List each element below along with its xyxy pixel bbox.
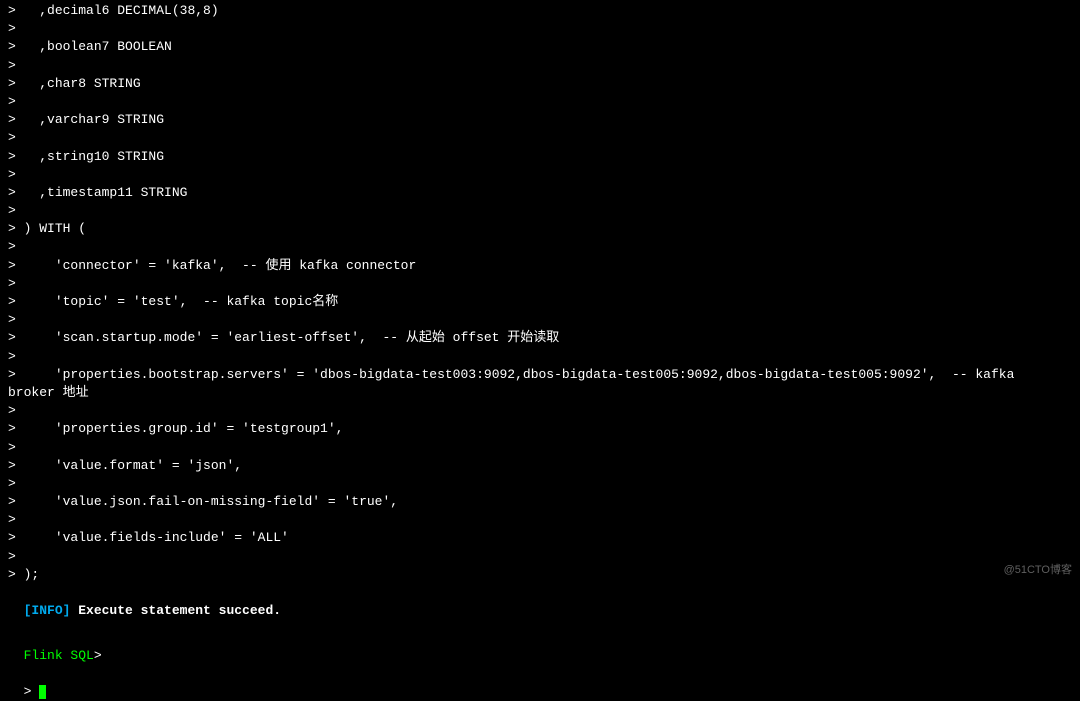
continuation-prompt: > <box>8 203 16 218</box>
terminal-line: > ) WITH ( <box>8 220 1072 238</box>
continuation-prompt: > <box>8 421 16 436</box>
continuation-prompt: > <box>8 294 16 309</box>
sql-text: ,decimal6 DECIMAL(38,8) <box>16 3 219 18</box>
terminal-line: > <box>8 57 1072 75</box>
watermark: @51CTO博客 <box>1004 563 1072 578</box>
continuation-prompt: > <box>8 349 16 364</box>
continuation-prompt: > <box>8 567 16 582</box>
terminal-line: > <box>8 475 1072 493</box>
terminal-line: > ,boolean7 BOOLEAN <box>8 38 1072 56</box>
continuation-prompt: > <box>8 39 16 54</box>
cursor-icon <box>39 685 46 699</box>
sql-text: 'properties.bootstrap.servers' = 'dbos-b… <box>16 367 1015 382</box>
terminal-line: > <box>8 348 1072 366</box>
terminal-line: > <box>8 311 1072 329</box>
continuation-prompt: > <box>8 149 16 164</box>
terminal-line: > 'properties.group.id' = 'testgroup1', <box>8 420 1072 438</box>
continuation-prompt: > <box>8 549 16 564</box>
terminal-line: > <box>8 20 1072 38</box>
continuation-prompt: > <box>8 330 16 345</box>
sql-text: 'properties.group.id' = 'testgroup1', <box>16 421 344 436</box>
sql-text: 'value.json.fail-on-missing-field' = 'tr… <box>16 494 398 509</box>
sql-text: 'value.fields-include' = 'ALL' <box>16 530 289 545</box>
sql-text: ) WITH ( <box>16 221 86 236</box>
terminal-line: > 'value.fields-include' = 'ALL' <box>8 529 1072 547</box>
blank-separator <box>8 620 1072 628</box>
sql-text: 'connector' = 'kafka', -- 使用 kafka conne… <box>16 258 416 273</box>
continuation-prompt: > <box>8 476 16 491</box>
continuation-prompt: > <box>8 276 16 291</box>
info-line: [INFO] Execute statement succeed. <box>8 584 1072 620</box>
terminal-line: > <box>8 275 1072 293</box>
terminal-line: > <box>8 402 1072 420</box>
sql-text: 'value.format' = 'json', <box>16 458 242 473</box>
terminal-line: broker 地址 <box>8 384 1072 402</box>
terminal-line: > 'value.format' = 'json', <box>8 457 1072 475</box>
continuation-prompt: > <box>8 367 16 382</box>
terminal-line: > 'connector' = 'kafka', -- 使用 kafka con… <box>8 257 1072 275</box>
terminal-line: > ,char8 STRING <box>8 75 1072 93</box>
flink-sql-prompt: Flink SQL <box>24 648 94 663</box>
info-tag: [INFO] <box>24 603 71 618</box>
terminal-line: > 'value.json.fail-on-missing-field' = '… <box>8 493 1072 511</box>
continuation-prompt: > <box>8 440 16 455</box>
continuation-prompt: > <box>8 403 16 418</box>
sql-text: broker 地址 <box>8 385 89 400</box>
terminal-line: > ); <box>8 566 1072 584</box>
continuation-prompt: > <box>8 3 16 18</box>
continuation-prompt: > <box>8 94 16 109</box>
terminal-line: > ,timestamp11 STRING <box>8 184 1072 202</box>
continuation-prompt: > <box>24 684 40 699</box>
sql-text: 'scan.startup.mode' = 'earliest-offset',… <box>16 330 559 345</box>
sql-text: 'topic' = 'test', -- kafka topic名称 <box>16 294 338 309</box>
terminal-line: > 'topic' = 'test', -- kafka topic名称 <box>8 293 1072 311</box>
continuation-prompt: > <box>8 130 16 145</box>
terminal-line: > ,string10 STRING <box>8 148 1072 166</box>
sql-text: ,timestamp11 STRING <box>16 185 188 200</box>
continuation-prompt: > <box>8 167 16 182</box>
terminal-line: > <box>8 129 1072 147</box>
terminal-line: > <box>8 439 1072 457</box>
continuation-prompt: > <box>8 239 16 254</box>
terminal-output[interactable]: > ,decimal6 DECIMAL(38,8)>> ,boolean7 BO… <box>8 2 1072 584</box>
continuation-prompt: > <box>8 185 16 200</box>
continuation-prompt: > <box>8 221 16 236</box>
terminal-line: > <box>8 238 1072 256</box>
terminal-line: > ,varchar9 STRING <box>8 111 1072 129</box>
info-msg: Execute statement succeed. <box>70 603 281 618</box>
continuation-prompt: > <box>8 258 16 273</box>
terminal-line: > 'scan.startup.mode' = 'earliest-offset… <box>8 329 1072 347</box>
continuation-prompt: > <box>8 458 16 473</box>
terminal-line: > <box>8 166 1072 184</box>
terminal-line: > <box>8 548 1072 566</box>
sql-text: ,boolean7 BOOLEAN <box>16 39 172 54</box>
cursor-line[interactable]: > <box>8 665 1072 701</box>
sql-text: ,string10 STRING <box>16 149 164 164</box>
terminal-line: > <box>8 93 1072 111</box>
continuation-prompt: > <box>8 21 16 36</box>
sql-text: ,varchar9 STRING <box>16 112 164 127</box>
continuation-prompt: > <box>8 512 16 527</box>
continuation-prompt: > <box>8 58 16 73</box>
continuation-prompt: > <box>8 530 16 545</box>
sql-text: ,char8 STRING <box>16 76 141 91</box>
terminal-line: > <box>8 511 1072 529</box>
continuation-prompt: > <box>8 494 16 509</box>
terminal-line: > ,decimal6 DECIMAL(38,8) <box>8 2 1072 20</box>
terminal-line: > <box>8 202 1072 220</box>
flink-prompt-line[interactable]: Flink SQL> <box>8 628 1072 664</box>
terminal-line: > 'properties.bootstrap.servers' = 'dbos… <box>8 366 1072 384</box>
continuation-prompt: > <box>8 76 16 91</box>
continuation-prompt: > <box>8 112 16 127</box>
continuation-prompt: > <box>8 312 16 327</box>
sql-text: ); <box>16 567 39 582</box>
